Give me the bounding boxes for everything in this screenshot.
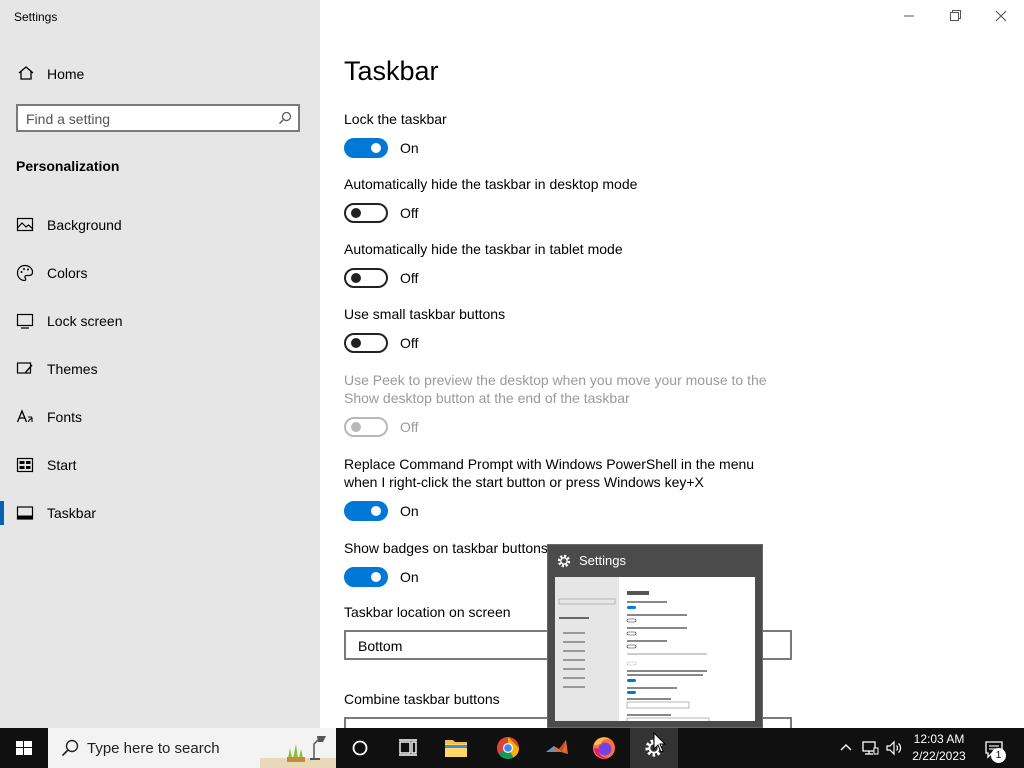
firefox-icon[interactable]	[580, 728, 628, 768]
setting-label-line2: Show desktop button at the end of the ta…	[344, 390, 630, 406]
active-indicator	[0, 501, 4, 525]
home-label: Home	[47, 66, 85, 82]
search-input[interactable]	[26, 109, 266, 129]
background-icon	[16, 217, 34, 232]
setting-label-line2: when I right-click the start button or p…	[344, 474, 704, 490]
page-title: Taskbar	[344, 56, 439, 86]
minimize-button[interactable]	[886, 0, 932, 32]
small-buttons-toggle[interactable]	[344, 333, 388, 353]
setting-label: Lock the taskbar	[344, 111, 447, 127]
sidebar-item-taskbar[interactable]: Taskbar	[0, 493, 320, 533]
setting-autohide-tablet: Automatically hide the taskbar in tablet…	[344, 240, 804, 288]
sidebar-item-lock-screen[interactable]: Lock screen	[0, 301, 320, 341]
toggle-state: Off	[400, 335, 419, 351]
sidebar-item-fonts[interactable]: Fonts	[0, 397, 320, 437]
sidebar-item-start[interactable]: Start	[0, 445, 320, 485]
search-placeholder: Type here to search	[87, 740, 220, 757]
toggle-state: On	[400, 503, 419, 519]
setting-peek: Use Peek to preview the desktop when you…	[344, 371, 804, 437]
toggle-state: On	[400, 569, 419, 585]
setting-powershell: Replace Command Prompt with Windows Powe…	[344, 455, 804, 521]
notification-count-badge: 1	[991, 748, 1006, 763]
setting-small-buttons: Use small taskbar buttons Off	[344, 305, 804, 353]
toggle-state: Off	[400, 270, 419, 286]
combine-buttons-label: Combine taskbar buttons	[344, 691, 500, 707]
lock-screen-icon	[16, 313, 34, 329]
section-heading: Personalization	[16, 158, 120, 174]
chrome-icon[interactable]	[484, 728, 532, 768]
app-title: Settings	[14, 10, 58, 24]
search-icon	[61, 739, 79, 757]
close-button[interactable]	[978, 0, 1024, 32]
sidebar-item-label: Background	[47, 217, 122, 233]
home-nav-item[interactable]: Home	[0, 58, 320, 90]
setting-label-line1: Replace Command Prompt with Windows Powe…	[344, 456, 755, 472]
peek-toggle[interactable]	[344, 417, 388, 437]
autohide-tablet-toggle[interactable]	[344, 268, 388, 288]
setting-label-line1: Use Peek to preview the desktop when you…	[344, 372, 767, 388]
show-hidden-icons-chevron-up-icon[interactable]	[836, 738, 856, 758]
autohide-desktop-toggle[interactable]	[344, 203, 388, 223]
badges-toggle[interactable]	[344, 567, 388, 587]
preview-title: Settings	[579, 553, 626, 568]
sidebar-item-label: Themes	[47, 361, 98, 377]
taskbar-location-label: Taskbar location on screen	[344, 604, 511, 620]
mouse-cursor-icon	[653, 732, 667, 753]
task-view-icon[interactable]	[384, 728, 432, 768]
sidebar-item-label: Lock screen	[47, 313, 123, 329]
sidebar-item-label: Start	[47, 457, 77, 473]
taskbar: Type here to search 12:03 AM 2/22/2023 1	[0, 728, 1024, 768]
file-explorer-icon[interactable]	[432, 728, 480, 768]
sidebar-item-label: Taskbar	[47, 505, 97, 521]
sidebar-item-label: Colors	[47, 265, 88, 281]
setting-autohide-desktop: Automatically hide the taskbar in deskto…	[344, 175, 804, 223]
preview-window-image	[555, 577, 755, 721]
powershell-toggle[interactable]	[344, 501, 388, 521]
sidebar-item-themes[interactable]: Themes	[0, 349, 320, 389]
taskbar-clock[interactable]: 12:03 AM 2/22/2023	[900, 731, 978, 765]
search-icon[interactable]	[278, 111, 292, 125]
network-icon[interactable]	[860, 738, 880, 758]
themes-icon	[16, 362, 33, 374]
toggle-state: On	[400, 140, 419, 156]
toggle-state: Off	[400, 419, 419, 435]
setting-label: Automatically hide the taskbar in tablet…	[344, 241, 623, 257]
settings-gear-icon	[557, 554, 571, 568]
setting-label: Use small taskbar buttons	[344, 306, 506, 322]
matlab-icon[interactable]	[532, 728, 580, 768]
taskbar-icon	[16, 506, 34, 520]
start-icon	[16, 457, 34, 473]
search-highlight-illustration-icon	[260, 736, 336, 768]
taskbar-search-box[interactable]: Type here to search	[48, 728, 336, 768]
cortana-icon[interactable]	[336, 728, 384, 768]
palette-icon	[16, 264, 34, 282]
sidebar: Settings Home Personalization Background…	[0, 0, 320, 728]
setting-lock-taskbar: Lock the taskbar On	[344, 110, 804, 158]
fonts-icon	[16, 409, 33, 423]
sidebar-item-background[interactable]: Background	[0, 205, 320, 245]
restore-button[interactable]	[932, 0, 978, 32]
sidebar-item-label: Fonts	[47, 409, 83, 425]
taskbar-thumbnail-preview[interactable]: Settings	[547, 544, 763, 728]
dropdown-value: Bottom	[358, 638, 403, 654]
toggle-state: Off	[400, 205, 419, 221]
action-center-button[interactable]: 1	[980, 728, 1020, 768]
lock-taskbar-toggle[interactable]	[344, 138, 388, 158]
sidebar-item-colors[interactable]: Colors	[0, 253, 320, 293]
clock-time: 12:03 AM	[913, 732, 965, 746]
clock-date: 2/22/2023	[912, 749, 966, 763]
setting-label: Automatically hide the taskbar in deskto…	[344, 176, 638, 192]
home-icon	[18, 66, 34, 80]
windows-start-icon[interactable]	[0, 728, 48, 768]
find-setting-search[interactable]	[16, 104, 300, 132]
